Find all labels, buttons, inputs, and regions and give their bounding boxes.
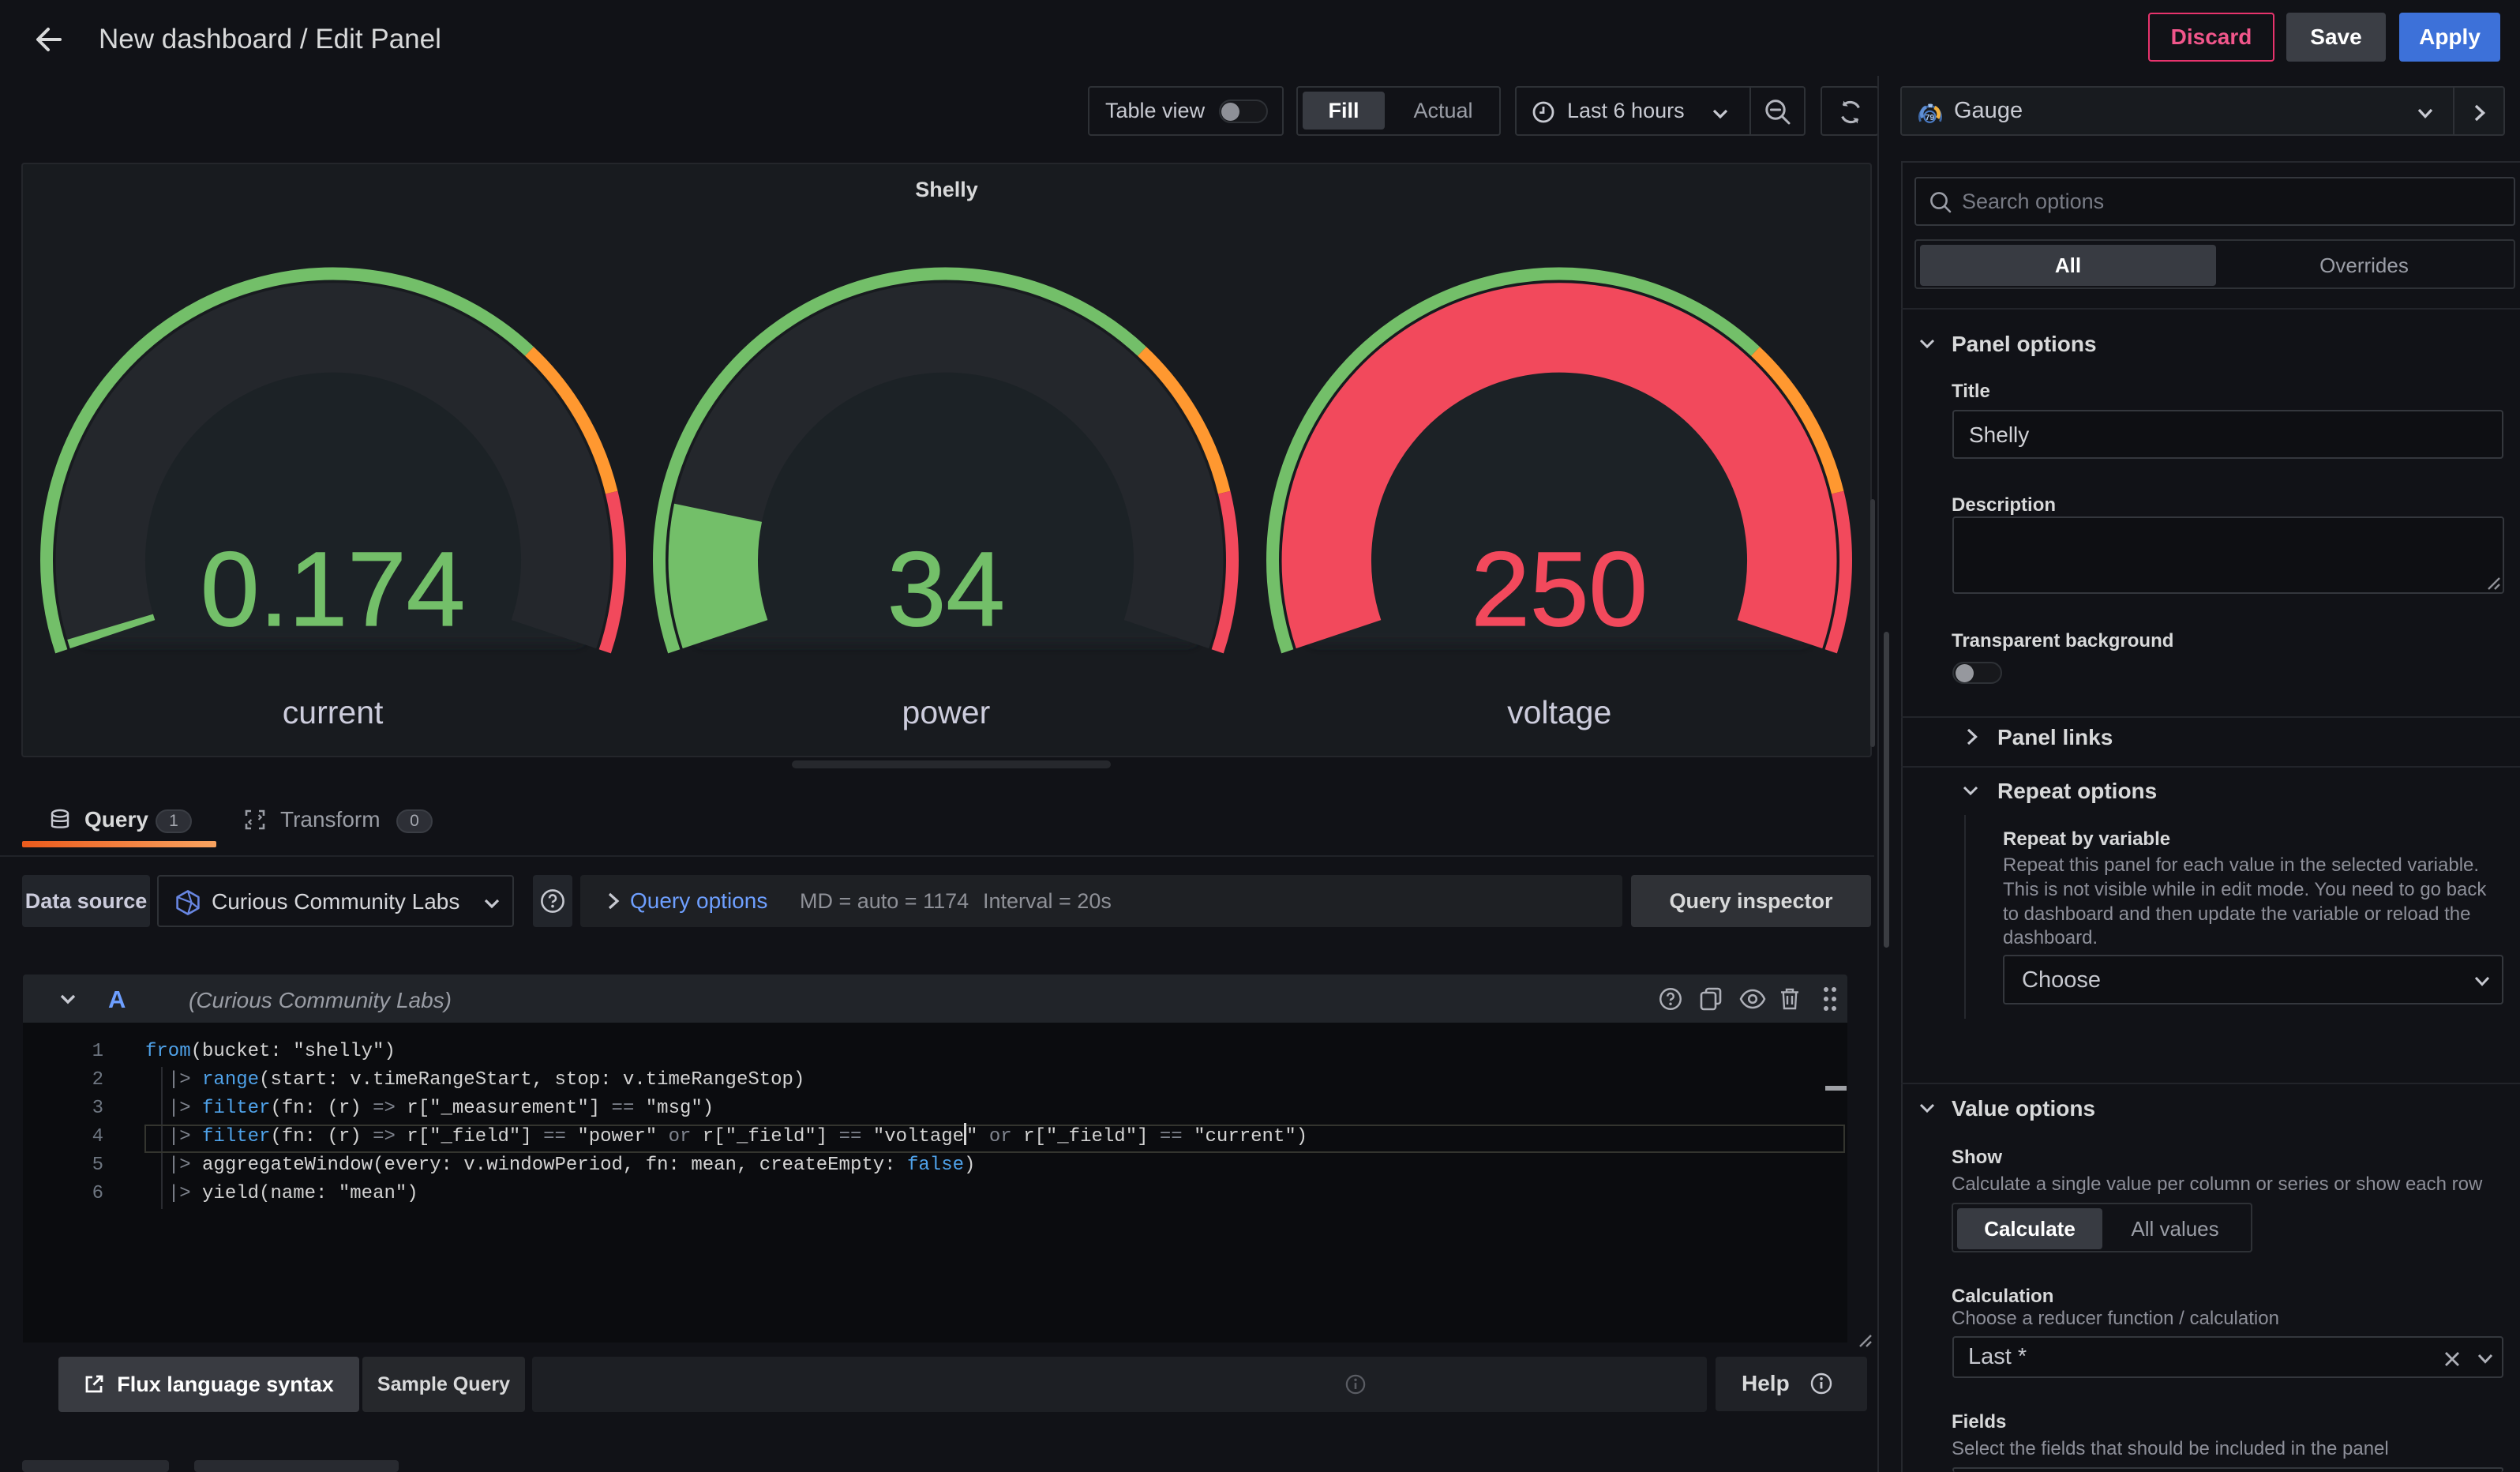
svg-text:79: 79 xyxy=(1926,114,1935,122)
